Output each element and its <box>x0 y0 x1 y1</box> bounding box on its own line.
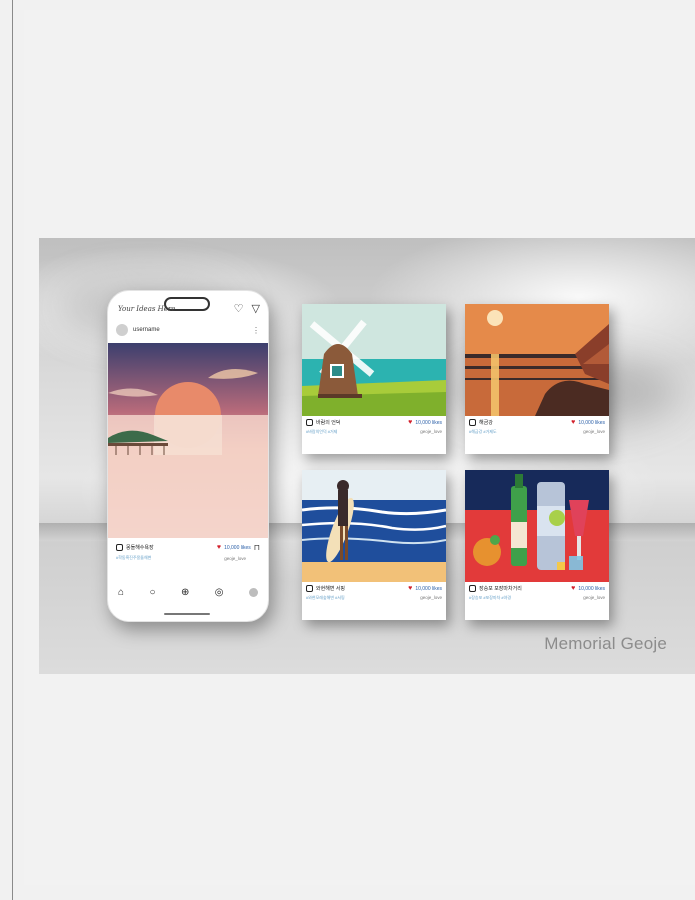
heart-icon[interactable]: ♥ <box>571 585 575 592</box>
instagram-icon <box>469 419 476 426</box>
hashtag-link[interactable]: #와현모래숲해변 #서핑 <box>306 595 345 601</box>
account-tag: geoje_love <box>583 429 605 434</box>
likes-count: 10,000 likes <box>415 585 442 592</box>
sunset-sea-illustration <box>465 304 609 416</box>
post-card[interactable]: 해금강 ♥ 10,000 likes #해금강 #거제도 geoje_love <box>465 304 609 454</box>
card-info: 바람의 언덕 ♥ 10,000 likes #바람의언덕 #거제 geoje_l… <box>306 419 442 451</box>
search-icon[interactable]: ○ <box>149 587 155 598</box>
left-border-line <box>12 0 13 900</box>
post-header: username ⋮ <box>116 323 260 337</box>
card-info: 해금강 ♥ 10,000 likes #해금강 #거제도 geoje_love <box>469 419 605 451</box>
username[interactable]: username <box>133 327 160 333</box>
brand-logo: Your Ideas Here <box>118 305 176 313</box>
hashtag-link[interactable]: #장승포 #포장마차 #야경 <box>469 595 511 601</box>
account-tag: geoje_love <box>583 595 605 600</box>
instagram-icon <box>469 585 476 592</box>
home-indicator <box>164 613 210 615</box>
likes-count: 10,000 likes <box>578 585 605 592</box>
account-tag: geoje_love <box>224 555 246 561</box>
post-meta: 몽돌해수욕장 ♥ 10,000 likes ⊓ <box>116 543 260 552</box>
place-name: 장승포 포장마차거리 <box>479 586 522 592</box>
place-name: 해금강 <box>479 420 493 426</box>
hashtag-link[interactable]: #학동흑진주몽돌해변 <box>116 555 151 561</box>
hashtag-link[interactable]: #바람의언덕 #거제 <box>306 429 337 435</box>
heart-icon[interactable]: ♥ <box>217 544 221 551</box>
more-options-icon[interactable]: ⋮ <box>252 326 260 335</box>
instagram-icon <box>306 419 313 426</box>
banner-caption: Memorial Geoje <box>544 634 667 653</box>
account-tag: geoje_love <box>420 429 442 434</box>
post-tags: #학동흑진주몽돌해변 geoje_love <box>116 555 260 561</box>
instagram-icon <box>116 544 123 551</box>
post-card[interactable]: 와현해변 서핑 ♥ 10,000 likes #와현모래숲해변 #서핑 geoj… <box>302 470 446 620</box>
shop-icon[interactable]: ◎ <box>215 587 224 598</box>
heart-outline-icon[interactable]: ♡ <box>234 302 244 315</box>
place-name: 바람의 언덕 <box>316 420 341 426</box>
add-post-icon[interactable]: ⊕ <box>181 587 189 598</box>
instagram-icon <box>306 585 313 592</box>
heart-icon[interactable]: ♥ <box>408 585 412 592</box>
post-card[interactable]: 장승포 포장마차거리 ♥ 10,000 likes #장승포 #포장마차 #야경… <box>465 470 609 620</box>
post-card[interactable]: 바람의 언덕 ♥ 10,000 likes #바람의언덕 #거제 geoje_l… <box>302 304 446 454</box>
account-tag: geoje_love <box>420 595 442 600</box>
card-info: 장승포 포장마차거리 ♥ 10,000 likes #장승포 #포장마차 #야경… <box>469 585 605 617</box>
heart-icon[interactable]: ♥ <box>408 419 412 426</box>
bottom-navbar: ⌂ ○ ⊕ ◎ <box>118 587 258 598</box>
likes-count: 10,000 likes <box>224 544 251 551</box>
drinks-illustration <box>465 470 609 582</box>
place-name: 몽돌해수욕장 <box>126 545 154 551</box>
place-name: 와현해변 서핑 <box>316 586 345 592</box>
heart-icon[interactable]: ♥ <box>571 419 575 426</box>
profile-icon[interactable] <box>248 588 258 597</box>
post-image-sunset <box>108 343 268 538</box>
top-actions: ♡ ▽ <box>234 302 260 315</box>
send-icon[interactable]: ▽ <box>252 302 260 315</box>
home-icon[interactable]: ⌂ <box>118 587 124 598</box>
card-info: 와현해변 서핑 ♥ 10,000 likes #와현모래숲해변 #서핑 geoj… <box>306 585 442 617</box>
likes-count: 10,000 likes <box>415 419 442 426</box>
hashtag-link[interactable]: #해금강 #거제도 <box>469 429 497 435</box>
surfer-illustration <box>302 470 446 582</box>
likes-count: 10,000 likes <box>578 419 605 426</box>
windmill-illustration <box>302 304 446 416</box>
bookmark-icon[interactable]: ⊓ <box>254 543 260 552</box>
phone-mockup: Your Ideas Here ♡ ▽ username ⋮ 몽돌해수욕장 ♥ … <box>107 290 269 622</box>
avatar[interactable] <box>116 324 128 336</box>
memorial-geoje-banner: Your Ideas Here ♡ ▽ username ⋮ 몽돌해수욕장 ♥ … <box>39 238 695 674</box>
